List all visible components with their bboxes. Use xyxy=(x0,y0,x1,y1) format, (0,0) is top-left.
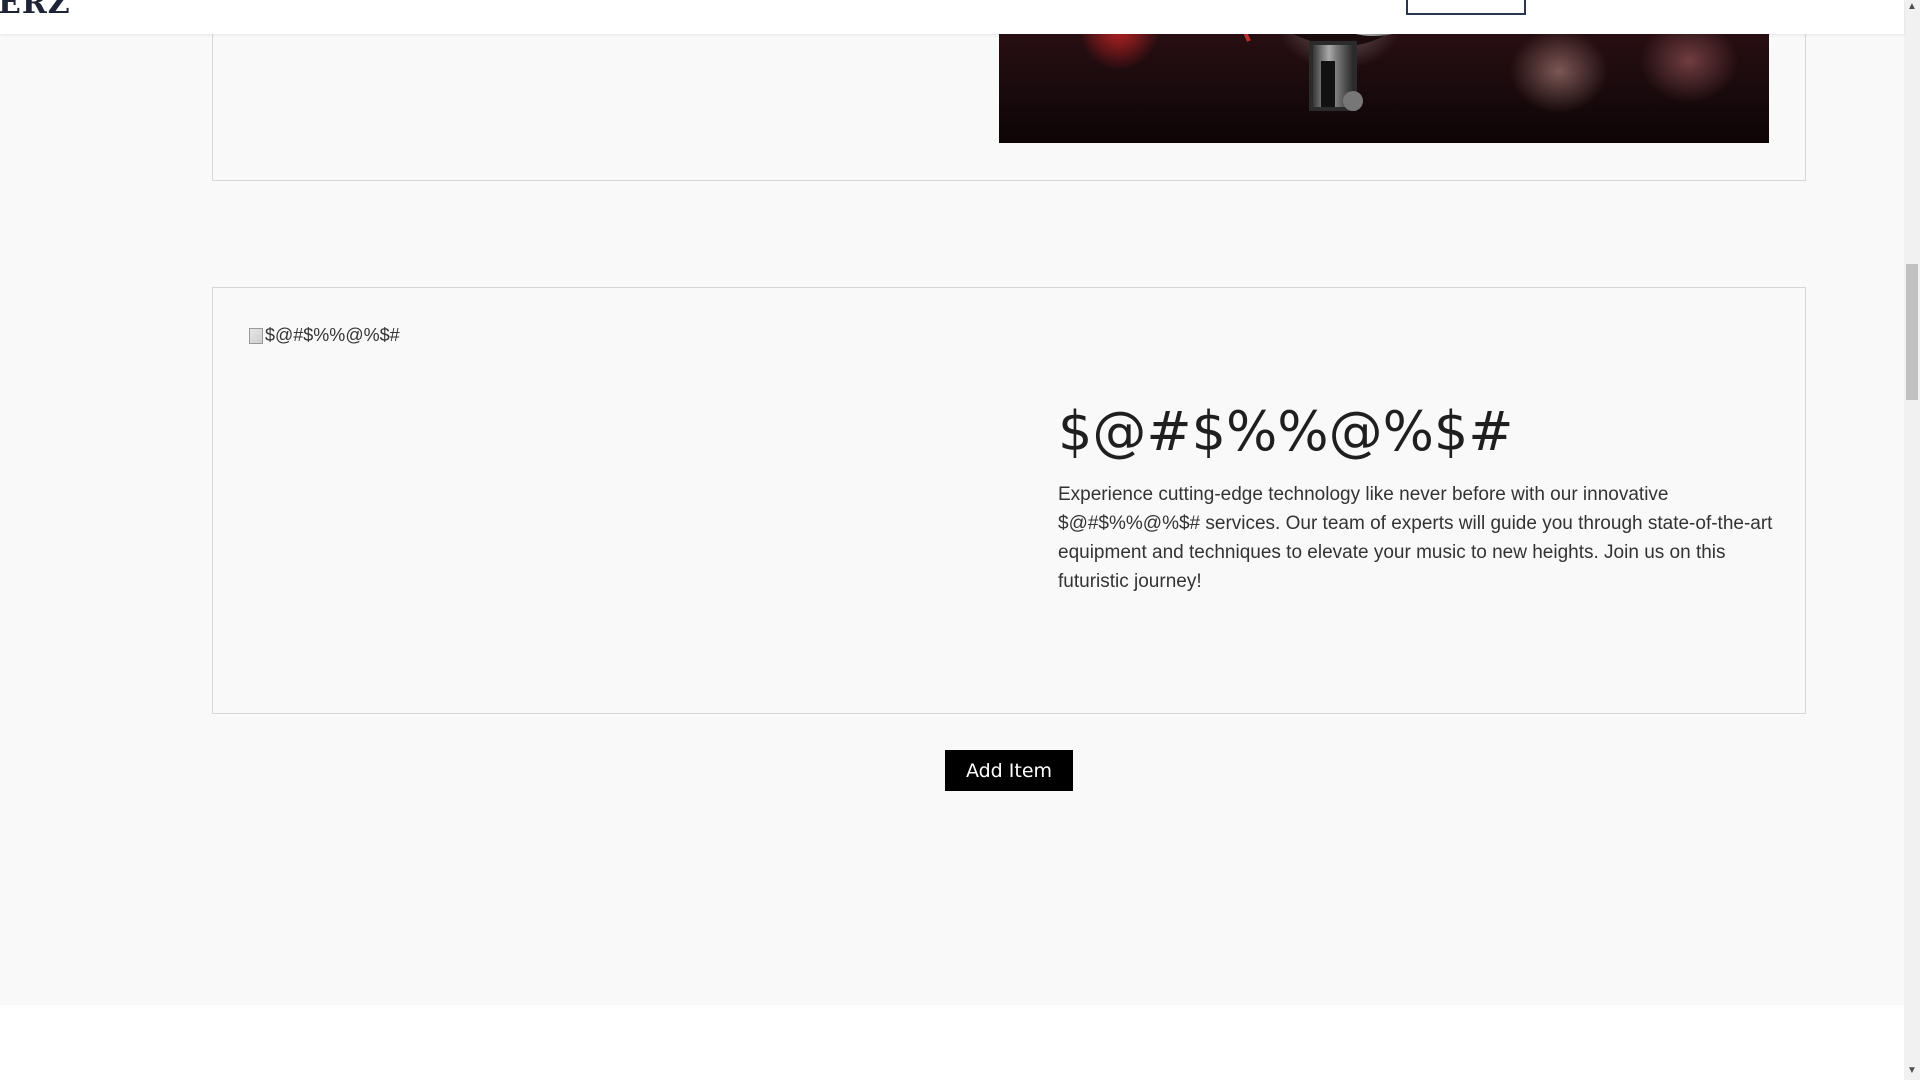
site-logo[interactable]: ERZ xyxy=(0,0,71,21)
vertical-scrollbar[interactable]: ▲ ▼ xyxy=(1904,0,1920,1080)
broken-image: $@#$%%@%$# xyxy=(249,325,400,346)
arrow-down-icon[interactable]: ▼ xyxy=(1907,1066,1917,1076)
broken-image-icon xyxy=(249,327,263,344)
image-alt-text: $@#$%%@%$# xyxy=(265,325,400,345)
card-title: $@#$%%@%$# xyxy=(1058,400,1514,463)
nav-outlined-button[interactable] xyxy=(1406,0,1526,15)
scrollbar-thumb[interactable] xyxy=(1906,264,1918,400)
arrow-up-icon[interactable]: ▲ xyxy=(1907,2,1917,12)
page: $@#$%%@%$# $@#$%%@%$# Experience cutting… xyxy=(0,0,1920,1080)
add-item-button[interactable]: Add Item xyxy=(945,750,1073,791)
card-description: Experience cutting-edge technology like … xyxy=(1058,484,1773,592)
content-card-2: $@#$%%@%$# $@#$%%@%$# Experience cutting… xyxy=(212,287,1806,714)
top-navigation: ERZ xyxy=(0,0,1904,34)
